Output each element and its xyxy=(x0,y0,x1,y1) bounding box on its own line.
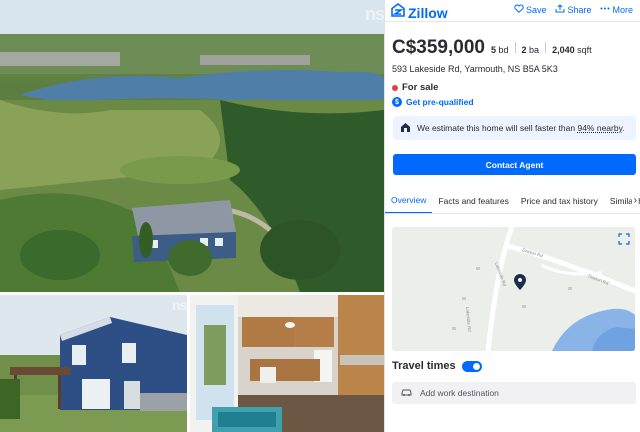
share-button[interactable]: Share xyxy=(555,4,591,15)
travel-times-header: Travel times xyxy=(392,360,482,372)
tab-facts-and-features[interactable]: Facts and features xyxy=(432,188,514,213)
photo-house-side[interactable]: ns xyxy=(0,295,187,432)
contact-agent-button[interactable]: Contact Agent xyxy=(393,154,636,175)
save-button[interactable]: Save xyxy=(514,4,547,15)
photo-aerial[interactable]: ns xyxy=(0,0,384,292)
sqft-value: 2,040 xyxy=(552,45,575,55)
beds-unit: bd xyxy=(498,45,509,55)
header-bar: Zillow Save Share More xyxy=(385,0,640,22)
prequal-label: Get pre-qualified xyxy=(406,97,474,107)
listing-price: C$359,000 xyxy=(392,37,485,58)
beds-value: 5 xyxy=(490,45,496,55)
tab-price-and-tax-history[interactable]: Price and tax history xyxy=(515,188,604,213)
price-and-facts: C$359,000 5 bd 2 ba 2,040 sqft xyxy=(392,37,592,59)
estimate-text: We estimate this home will sell faster t… xyxy=(417,123,625,133)
more-icon xyxy=(600,4,610,15)
sqft-fact: 2,040 sqft xyxy=(552,45,592,55)
travel-times-title: Travel times xyxy=(392,360,456,372)
photo-kitchen[interactable] xyxy=(190,295,384,432)
more-button[interactable]: More xyxy=(600,4,633,15)
travel-times-toggle[interactable] xyxy=(461,360,482,372)
tab-overview[interactable]: Overview xyxy=(385,188,433,213)
logo-text: Zillow xyxy=(408,4,448,21)
header-actions: Save Share More xyxy=(514,4,633,15)
more-label: More xyxy=(612,4,633,15)
zillow-logo[interactable]: Zillow xyxy=(391,3,448,22)
home-icon xyxy=(400,122,411,135)
chevron-right-icon[interactable]: › xyxy=(631,195,637,206)
save-label: Save xyxy=(525,4,547,15)
beds-fact: 5 bd xyxy=(491,45,509,55)
listing-status: For sale xyxy=(392,82,438,93)
add-work-destination-button[interactable]: Add work destination xyxy=(392,382,636,404)
estimate-text-after: . xyxy=(622,123,625,133)
dollar-icon: $ xyxy=(392,97,402,107)
get-prequalified-link[interactable]: $ Get pre-qualified xyxy=(392,97,474,107)
estimate-text-before: We estimate this home will sell faster t… xyxy=(417,123,578,133)
listing-tabs: Overview Facts and features Price and ta… xyxy=(385,188,640,214)
photo-gallery: ns ns xyxy=(0,0,384,432)
sell-estimate-banner: We estimate this home will sell faster t… xyxy=(393,116,636,140)
share-label: Share xyxy=(567,4,592,15)
sqft-unit: sqft xyxy=(577,45,592,55)
listing-address: 593 Lakeside Rd, Yarmouth, NS B5A 5K3 xyxy=(392,64,558,74)
add-work-destination-label: Add work destination xyxy=(420,388,499,398)
listing-page: ns ns Zillow Save Share More C$359,000 5… xyxy=(0,0,640,432)
details-panel: Zillow Save Share More C$359,000 5 bd 2 … xyxy=(384,0,640,432)
status-dot-icon xyxy=(392,84,398,91)
fact-divider xyxy=(514,42,516,53)
zillow-z-icon xyxy=(391,3,405,22)
location-map[interactable]: Lakeside Rd Dayton Rd Dayton Rd Lakeside… xyxy=(392,227,635,351)
heart-icon xyxy=(514,4,524,15)
fact-divider xyxy=(545,42,547,53)
watermark-logo: ns xyxy=(365,4,384,24)
car-icon xyxy=(401,388,412,398)
baths-fact: 2 ba xyxy=(522,45,540,55)
status-label: For sale xyxy=(402,82,439,93)
watermark-logo-2: ns xyxy=(172,297,187,313)
share-icon xyxy=(555,4,565,15)
baths-value: 2 xyxy=(521,45,527,55)
estimate-percent[interactable]: 94% nearby xyxy=(577,123,622,133)
expand-map-icon[interactable] xyxy=(618,232,630,245)
baths-unit: ba xyxy=(529,45,540,55)
